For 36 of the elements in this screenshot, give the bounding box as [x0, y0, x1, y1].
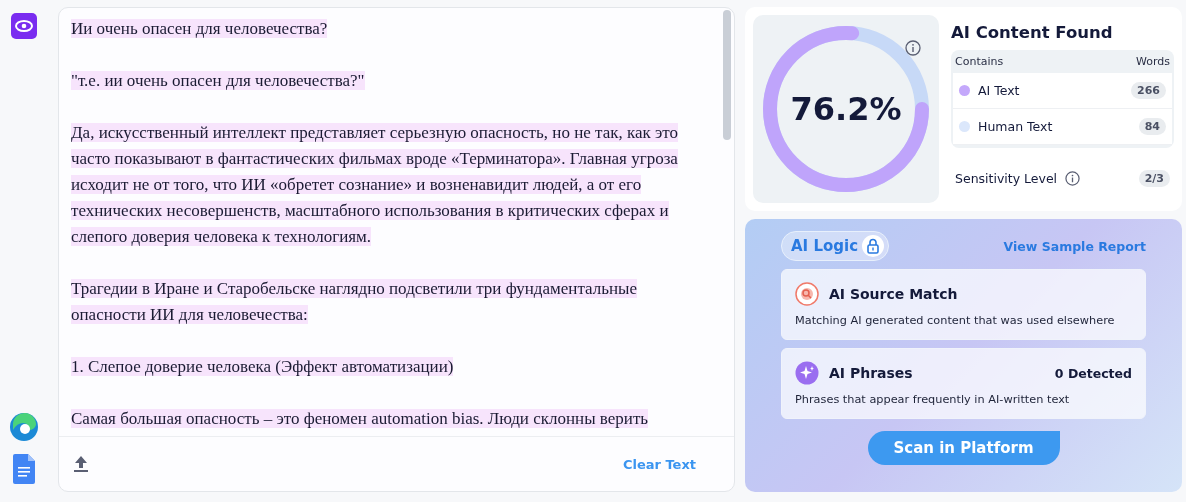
feature-description: Matching AI generated content that was used elsewhere	[795, 314, 1116, 327]
document-icon[interactable]	[13, 454, 35, 484]
row-label: Human Text	[978, 119, 1054, 134]
column-header: Contains	[955, 55, 1004, 68]
feature-description: Phrases that appear frequently in AI-written text	[795, 393, 1071, 406]
info-icon[interactable]	[1065, 171, 1081, 186]
result-title: AI Content Found	[951, 23, 1114, 42]
sparkles-icon	[795, 361, 819, 385]
feature-title: AI Phrases	[829, 365, 914, 381]
paragraph: Самая большая опасность – это феномен automation bias. Люди склонны верить	[71, 408, 650, 430]
percentage: 76.2%	[790, 90, 902, 128]
browser-logo-icon[interactable]	[9, 412, 39, 442]
clear-text-button[interactable]: Clear Text	[616, 455, 702, 473]
eye-target-icon	[795, 282, 819, 306]
text-editor[interactable]	[58, 7, 735, 492]
sensitivity-label: Sensitivity Level	[955, 171, 1058, 186]
scan-in-platform-button[interactable]: Scan in Platform	[867, 431, 1060, 465]
upload-icon[interactable]	[73, 455, 89, 473]
lock-icon	[862, 235, 885, 257]
column-header: Words	[1136, 55, 1170, 68]
eye-icon[interactable]	[11, 13, 37, 39]
paragraph: "т.е. ии очень опасен для человечества?"	[71, 70, 366, 92]
paragraph: Трагедии в Иране и Старобельске наглядно подсветили три фундаментальные опасности ИИ для человечества:	[71, 278, 639, 326]
scrollbar-thumb[interactable]	[723, 10, 731, 140]
row-label: AI Text	[978, 83, 1021, 98]
word-count: 84	[1138, 118, 1166, 135]
paragraph: 1. Слепое доверие человека (Эффект автоматизации)	[71, 356, 455, 378]
view-sample-report-link[interactable]: View Sample Report	[1003, 238, 1146, 254]
sensitivity-value: 2/3	[1138, 170, 1170, 187]
feature-title: AI Source Match	[829, 286, 959, 302]
ai-logic-badge: AI Logic	[781, 231, 890, 261]
detected-count: 0 Detected	[1054, 365, 1132, 381]
word-count: 266	[1131, 82, 1166, 99]
paragraph: Ии очень опасен для человечества?	[71, 18, 329, 40]
paragraph: Да, искусственный интеллект представляет серьезную опасность, но не так, как это часто показывают в фантастических фильмах вроде «Терминатора». Главная угроза исходит не от того, что ИИ «обретет сознание» и возненавидит людей, а от его технических несовершенств, масштабного использования в критических сферах и слепого доверия человека к технологиям.	[71, 122, 680, 248]
info-icon[interactable]	[905, 40, 921, 56]
